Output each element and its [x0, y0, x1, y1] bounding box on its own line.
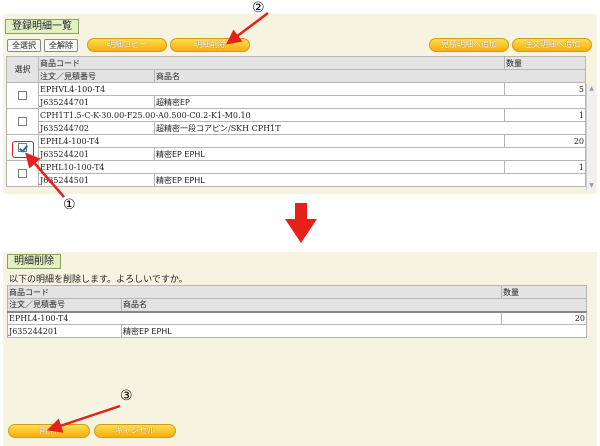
order-number-cell: J635244702 — [38, 121, 155, 135]
add-to-estimate-button[interactable]: 見積明細へ追加 — [429, 38, 509, 52]
product-code-cell: EPHL10-100-T4 — [38, 160, 505, 174]
product-name-cell: 精密EP EPHL — [154, 147, 586, 161]
select-column-header: 選択 — [6, 56, 39, 83]
product-code-header: 商品コード — [38, 56, 505, 70]
cancel-button[interactable]: キャンセル — [94, 424, 176, 438]
product-name-header: 商品名 — [154, 69, 586, 83]
order-number-cell: J635244501 — [38, 173, 155, 187]
checkbox-highlight — [12, 141, 34, 158]
table-scrollbar[interactable]: ▲ ▼ — [586, 84, 596, 190]
quantity-header: 数量 — [501, 285, 587, 299]
quantity-cell: 20 — [504, 134, 586, 148]
scroll-up-icon[interactable]: ▲ — [587, 84, 596, 93]
add-to-order-button[interactable]: 注文明細へ追加 — [512, 38, 592, 52]
product-code-cell: CPH1T1.5-C-K-30.00-F25.00-A0.500-C0.2-K1… — [38, 108, 505, 122]
panel-title: 登録明細一覧 — [5, 19, 79, 34]
product-code-cell: EPHL4-100-T4 — [7, 310, 502, 325]
table-row-detail: J635244701 超精密EP — [7, 95, 586, 109]
table-row: EPHL4-100-T4 20 — [6, 134, 586, 161]
table-row: CPH1T1.5-C-K-30.00-F25.00-A0.500-C0.2-K1… — [6, 108, 586, 135]
quantity-cell: 5 — [504, 82, 586, 96]
product-name-header: 商品名 — [121, 298, 587, 312]
table-row: EPHVL4-100-T4 5 — [6, 82, 586, 109]
scroll-down-icon[interactable]: ▼ — [587, 181, 596, 190]
confirm-message: 以下の明細を削除します。よろしいですか。 — [9, 275, 188, 285]
step-two-marker: ② — [252, 0, 265, 16]
row-checkbox[interactable] — [18, 117, 27, 126]
product-name-cell: 精密EP EPHL — [121, 324, 587, 338]
items-table: 選択 商品コード 数量 注文／見積番号 商品名 EPHVL4-100-T4 5 … — [6, 56, 586, 187]
delete-confirm-panel: 明細削除 以下の明細を削除します。よろしいですか。 商品コード 数量 注文／見積… — [3, 252, 597, 446]
step-three-marker: ③ — [120, 388, 133, 404]
confirm-delete-button[interactable]: 削 除 — [8, 424, 90, 438]
step-one-marker: ① — [63, 197, 76, 213]
table-row-detail: J635244702 超精密一段コアピン/SKH CPH1T — [7, 121, 586, 135]
order-number-header: 注文／見積番号 — [7, 298, 122, 312]
product-code-cell: EPHVL4-100-T4 — [38, 82, 505, 96]
table-subheader-row: 注文／見積番号 商品名 — [7, 298, 587, 312]
order-number-cell: J635244201 — [38, 147, 155, 161]
table-row-detail: J635244501 精密EP EPHL — [7, 173, 586, 187]
panel-title: 明細削除 — [7, 254, 61, 269]
row-checkbox[interactable] — [18, 169, 27, 178]
table-row-detail: J635244201 精密EP EPHL — [7, 324, 587, 338]
clear-all-button[interactable]: 全解除 — [44, 39, 78, 52]
table-header-row: 商品コード 数量 — [7, 285, 587, 299]
product-name-cell: 精密EP EPHL — [154, 173, 586, 187]
table-header-row: 選択 商品コード 数量 — [6, 56, 586, 83]
table-subheader-row: 注文／見積番号 商品名 — [7, 69, 586, 83]
product-code-cell: EPHL4-100-T4 — [38, 134, 505, 148]
product-code-header: 商品コード — [7, 285, 502, 299]
delete-items-button[interactable]: 明細削除 — [170, 38, 250, 52]
quantity-header: 数量 — [504, 56, 586, 70]
delete-items-table: 商品コード 数量 注文／見積番号 商品名 EPHL4-100-T4 20 J63… — [7, 285, 587, 338]
select-all-button[interactable]: 全選択 — [7, 39, 41, 52]
quantity-cell: 1 — [504, 108, 586, 122]
order-number-header: 注文／見積番号 — [38, 69, 155, 83]
registered-items-panel: 登録明細一覧 全選択 全解除 明細コピー 明細削除 見積明細へ追加 注文明細へ追… — [3, 14, 597, 194]
table-row-detail: J635244201 精密EP EPHL — [7, 147, 586, 161]
product-name-cell: 超精密一段コアピン/SKH CPH1T — [154, 121, 586, 135]
copy-items-button[interactable]: 明細コピー — [87, 38, 167, 52]
table-row: EPHL4-100-T4 20 — [7, 310, 587, 325]
table-row: EPHL10-100-T4 1 — [6, 160, 586, 187]
down-arrow-icon — [285, 203, 317, 243]
product-name-cell: 超精密EP — [154, 95, 586, 109]
order-number-cell: J635244201 — [7, 324, 122, 338]
quantity-cell: 20 — [501, 310, 587, 325]
order-number-cell: J635244701 — [38, 95, 155, 109]
row-checkbox[interactable] — [18, 91, 27, 100]
quantity-cell: 1 — [504, 160, 586, 174]
